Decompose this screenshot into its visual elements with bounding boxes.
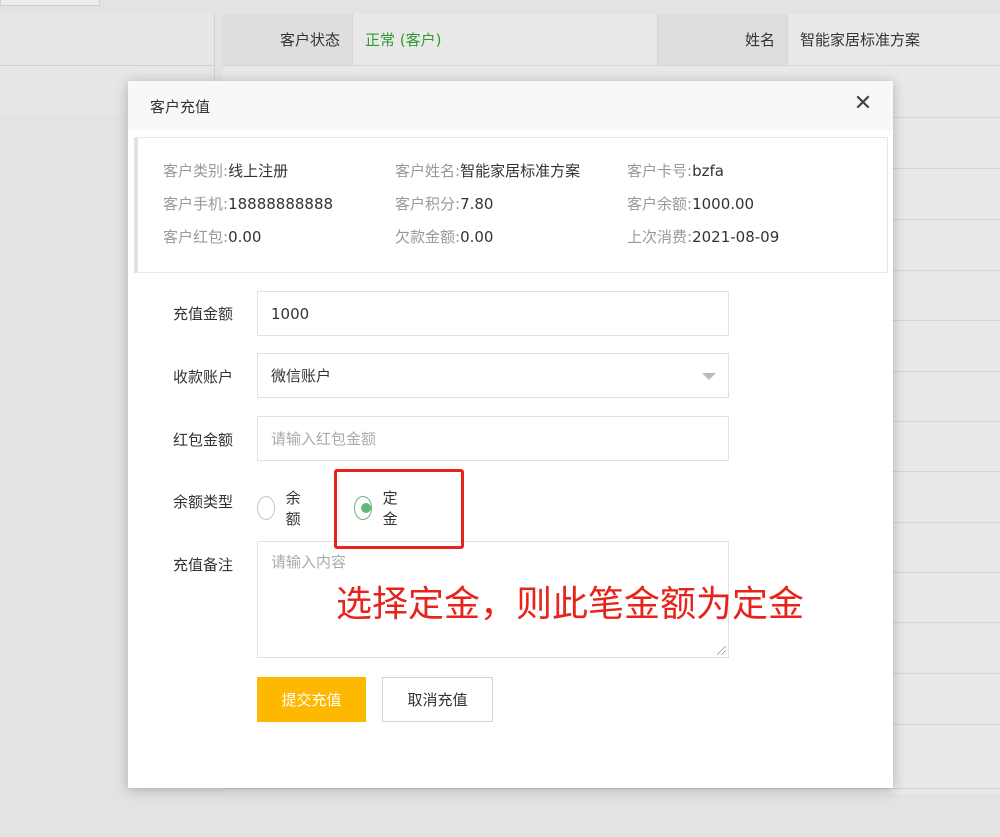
info-name: 客户姓名:智能家居标准方案 (395, 162, 581, 180)
account-select-value: 微信账户 (271, 367, 332, 385)
info-value: 2021-08-09 (692, 228, 780, 246)
amount-label: 充值金额 (173, 305, 234, 323)
account-select[interactable]: 微信账户 (257, 353, 729, 398)
annotation-highlight-box (334, 469, 464, 549)
name-value: 智能家居标准方案 (788, 14, 1000, 65)
info-value: 18888888888 (228, 195, 334, 213)
info-value: 7.80 (460, 195, 494, 213)
redpacket-label: 红包金额 (173, 431, 234, 449)
info-balance: 客户余额:1000.00 (627, 195, 755, 213)
remark-placeholder: 请输入内容 (271, 553, 347, 571)
redpacket-input[interactable]: 请输入红包金额 (257, 416, 729, 461)
amount-input[interactable]: 1000 (257, 291, 729, 336)
recharge-dialog: 客户充值 ✕ 客户类别:线上注册 客户姓名:智能家居标准方案 客户卡号:bzfa… (128, 81, 893, 788)
table-row: 客户状态 正常 (客户) 姓名 智能家居标准方案 (223, 14, 1000, 66)
info-value: 0.00 (228, 228, 262, 246)
info-value: 智能家居标准方案 (460, 162, 581, 180)
customer-info-panel: 客户类别:线上注册 客户姓名:智能家居标准方案 客户卡号:bzfa 客户手机:1… (134, 137, 888, 273)
radio-balance[interactable]: 余额 (257, 487, 307, 529)
dialog-header: 客户充值 ✕ (128, 81, 893, 130)
radio-circle (257, 496, 275, 520)
info-debt: 欠款金额:0.00 (395, 228, 494, 246)
info-value: bzfa (692, 162, 724, 180)
remark-label: 充值备注 (173, 556, 234, 574)
balance-type-label: 余额类型 (173, 493, 234, 511)
status-value: 正常 (客户) (353, 14, 658, 65)
info-value: 0.00 (460, 228, 494, 246)
account-label: 收款账户 (173, 368, 234, 386)
info-card: 客户卡号:bzfa (627, 162, 724, 180)
info-phone: 客户手机:18888888888 (163, 195, 334, 213)
info-value: 线上注册 (228, 162, 289, 180)
submit-recharge-button[interactable]: 提交充值 (257, 677, 366, 722)
annotation-text: 选择定金，则此笔金额为定金 (336, 584, 805, 625)
close-icon[interactable]: ✕ (852, 93, 874, 115)
chevron-down-icon (702, 373, 716, 380)
radio-label: 余额 (285, 489, 301, 528)
top-strip (0, 0, 100, 6)
info-value: 1000.00 (692, 195, 755, 213)
info-last-purchase: 上次消费:2021-08-09 (627, 228, 780, 246)
name-label: 姓名 (658, 14, 788, 65)
cancel-recharge-button[interactable]: 取消充值 (382, 677, 493, 722)
info-category: 客户类别:线上注册 (163, 162, 289, 180)
dialog-title: 客户充值 (150, 98, 211, 116)
table-bottom-border (223, 788, 1000, 789)
info-points: 客户积分:7.80 (395, 195, 494, 213)
resize-grip-icon[interactable] (717, 646, 726, 655)
status-label: 客户状态 (223, 14, 353, 65)
left-panel-row (0, 14, 214, 66)
info-redpacket: 客户红包:0.00 (163, 228, 262, 246)
